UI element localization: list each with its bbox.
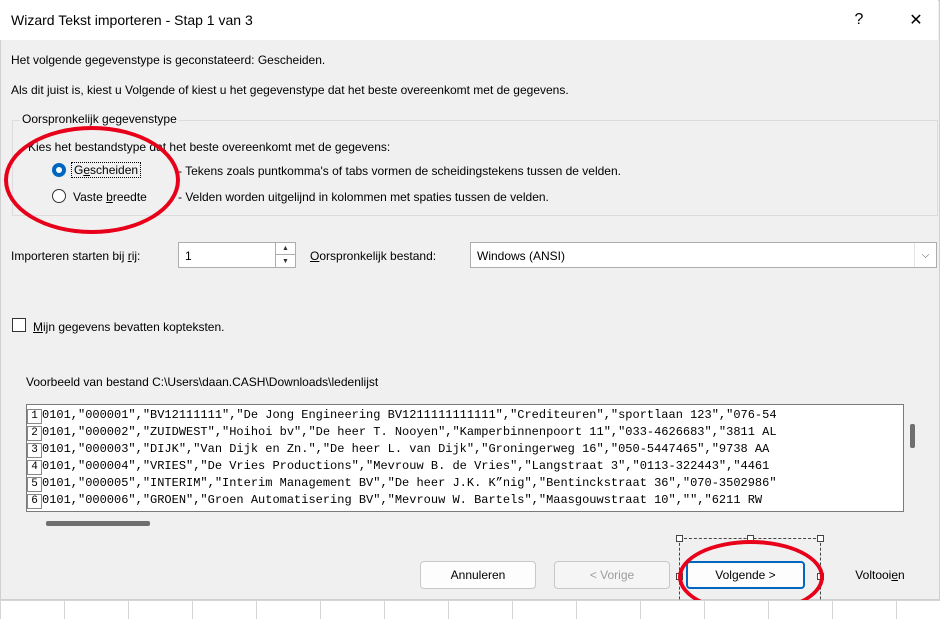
close-icon: ✕: [909, 12, 923, 29]
resize-handle[interactable]: [817, 535, 824, 542]
help-button[interactable]: ?: [836, 4, 882, 36]
instruction-text: Als dit juist is, kiest u Volgende of ki…: [11, 83, 569, 97]
back-button[interactable]: < Vorige: [554, 561, 670, 589]
spin-down-icon[interactable]: ▼: [276, 255, 295, 267]
dialog-title: Wizard Tekst importeren - Stap 1 van 3: [11, 12, 253, 28]
start-row-spinner[interactable]: 1 ▲ ▼: [178, 242, 296, 268]
preview-line: 2 0101,"000002","ZUIDWEST","Hoihoi bv","D…: [27, 424, 777, 441]
red-annotation-oval: [4, 126, 180, 234]
start-row-value: 1: [185, 249, 192, 263]
preview-line: 1 0101,"000001","BV12111111","De Jong Eng…: [27, 407, 777, 424]
cancel-button[interactable]: Annuleren: [420, 561, 536, 589]
preview-label: Voorbeeld van bestand C:\Users\daan.CASH…: [26, 375, 379, 389]
preview-line: 5 0101,"000005","INTERIM","Interim Manage…: [27, 475, 777, 492]
spreadsheet-grid-background: [0, 600, 940, 619]
title-bar: Wizard Tekst importeren - Stap 1 van 3 ?…: [0, 0, 938, 40]
groupbox-legend: Oorspronkelijk gegevenstype: [20, 112, 179, 126]
horizontal-scroll-thumb[interactable]: [46, 521, 150, 526]
origin-select[interactable]: Windows (ANSI) ⌵: [470, 242, 937, 268]
headers-checkbox-label[interactable]: Mijn gegevens bevatten kopteksten.: [33, 320, 224, 334]
close-button[interactable]: ✕: [893, 4, 939, 36]
preview-vertical-scrollbar[interactable]: [905, 404, 919, 512]
spin-up-icon[interactable]: ▲: [276, 243, 295, 255]
preview-line: 4 0101,"000004","VRIES","De Vries Product…: [27, 458, 769, 475]
origin-label: Oorspronkelijk bestand:: [310, 249, 437, 263]
finish-button[interactable]: Voltooi e n: [822, 561, 938, 589]
chevron-down-icon[interactable]: ⌵: [914, 243, 936, 267]
fixed-width-description: - Velden worden uitgelijnd in kolommen m…: [178, 190, 549, 204]
origin-value: Windows (ANSI): [477, 249, 566, 263]
vertical-scroll-thumb[interactable]: [910, 424, 915, 448]
headers-checkbox[interactable]: [12, 318, 26, 332]
preview-line: 6 0101,"000006","GROEN","Groen Automatise…: [27, 492, 762, 509]
file-preview[interactable]: 1 0101,"000001","BV12111111","De Jong Eng…: [26, 404, 904, 512]
spinner-buttons[interactable]: ▲ ▼: [275, 243, 295, 267]
resize-handle[interactable]: [676, 535, 683, 542]
delimited-description: - Tekens zoals puntkomma's of tabs vorme…: [178, 164, 621, 178]
detected-type-text: Het volgende gegevenstype is geconstatee…: [11, 53, 326, 67]
preview-line: 3 0101,"000003","DIJK","Van Dijk en Zn.",…: [27, 441, 769, 458]
help-icon: ?: [854, 11, 864, 28]
start-row-label: Importeren starten bij rij:: [11, 249, 141, 263]
